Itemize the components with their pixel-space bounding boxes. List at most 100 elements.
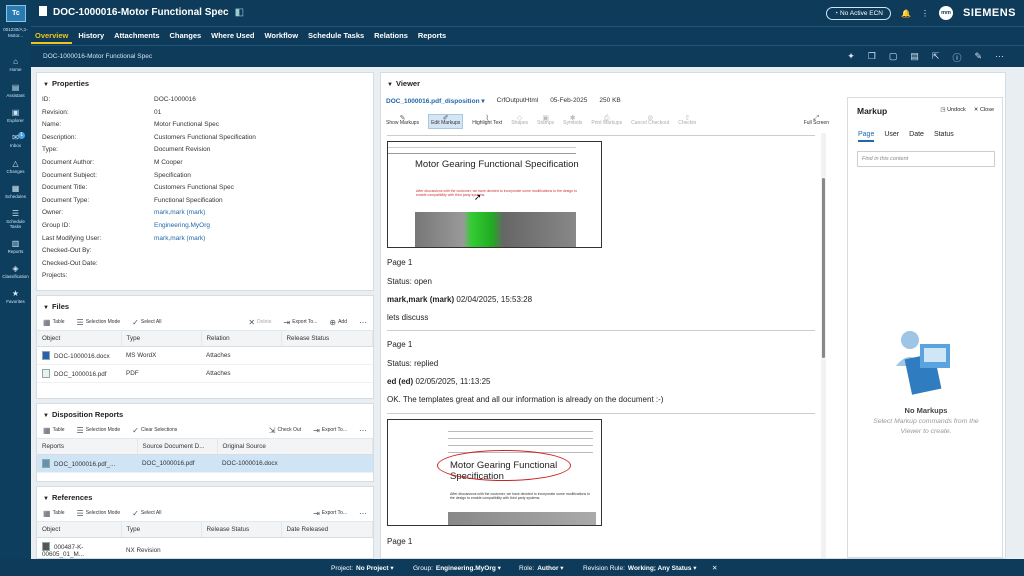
full-screen-button[interactable]: ⤢ Full Screen — [804, 115, 829, 127]
selection-mode-button[interactable]: ☰ Selection Mode — [77, 319, 121, 326]
select-all-button[interactable]: ✓ Select All — [132, 510, 161, 517]
tab-history[interactable]: History — [74, 27, 108, 40]
print-markups-button[interactable]: ⎙ Print Markups — [591, 115, 622, 127]
column-header[interactable]: Object — [37, 331, 122, 347]
property-value[interactable]: Engineering.MyOrg — [154, 222, 210, 229]
show-markups-button[interactable]: ✎ Show Markups — [386, 115, 419, 127]
viewer-header[interactable]: ▼ Viewer — [381, 73, 1005, 92]
rail-schedules[interactable]: ▦ Schedules — [0, 185, 31, 200]
rail-inbox[interactable]: ✉ 1 Inbox — [0, 132, 31, 148]
notification-bell-icon[interactable]: 🔔 — [901, 9, 911, 18]
copy-icon[interactable]: ❐ — [868, 51, 876, 64]
more-icon[interactable]: ⋯ — [359, 427, 367, 434]
column-header[interactable]: Type — [121, 331, 202, 347]
rail-changes[interactable]: △ Changes — [0, 160, 31, 175]
export-button[interactable]: ⇥ Export To... — [313, 427, 347, 434]
property-value[interactable]: mark,mark (mark) — [154, 209, 205, 216]
viewer-scrollbar[interactable] — [821, 133, 826, 558]
stamps-button[interactable]: ▣ Stamps — [537, 115, 554, 127]
more-icon[interactable]: ⋯ — [359, 510, 367, 517]
column-header[interactable]: Object — [37, 522, 122, 538]
column-header[interactable]: Release Status — [201, 522, 282, 538]
column-header[interactable]: Reports — [37, 439, 138, 455]
column-header[interactable]: Original Source — [217, 439, 373, 455]
tab-date[interactable]: Date — [909, 131, 924, 142]
references-header[interactable]: ▼ References — [37, 487, 373, 506]
group-selector[interactable]: Group: Engineering.MyOrg ▾ — [413, 564, 501, 572]
column-header[interactable]: Relation — [201, 331, 282, 347]
tab-workflow[interactable]: Workflow — [260, 27, 302, 40]
column-header[interactable]: Type — [121, 522, 202, 538]
column-header[interactable]: Date Released — [281, 522, 373, 538]
export-button[interactable]: ⇥ Export To... — [283, 319, 317, 326]
add-button[interactable]: ⊕ Add — [329, 319, 347, 326]
page-thumbnail[interactable]: Motor Gearing Functional Specification A… — [387, 419, 602, 526]
check-out-button[interactable]: ⇲ Check Out — [269, 427, 301, 434]
clear-selections-button[interactable]: ✓ Clear Selections — [132, 427, 177, 434]
rail-classification[interactable]: ◈ Classification — [0, 265, 31, 280]
undock-button[interactable]: ◳ Undock — [940, 107, 965, 113]
property-value[interactable]: mark,mark (mark) — [154, 235, 205, 242]
viewer-file-dropdown[interactable]: DOC_1000016.pdf_disposition ▾ — [386, 97, 485, 105]
table-row[interactable]: DOC_1000016.pdf_... DOC_1000016.pdf DOC-… — [37, 454, 373, 473]
tab-changes[interactable]: Changes — [166, 27, 206, 40]
highlight-text-button[interactable]: ⌇ Highlight Text — [472, 115, 502, 127]
checkin-button[interactable]: ⇧ Checkin — [678, 115, 696, 127]
tab-reports[interactable]: Reports — [414, 27, 450, 40]
disposition-header[interactable]: ▼ Disposition Reports — [37, 404, 373, 423]
revision-rule-selector[interactable]: Revision Rule: Working; Any Status ▾ — [583, 564, 697, 572]
page-thumbnail[interactable]: Motor Gearing Functional Specification A… — [387, 141, 602, 248]
rail-reports[interactable]: ▥ Reports — [0, 240, 31, 255]
tab-attachments[interactable]: Attachments — [110, 27, 163, 40]
viewer-document[interactable]: Motor Gearing Functional Specification A… — [384, 133, 825, 558]
context-label[interactable]: 001230/A;1-Motor... — [1, 27, 30, 39]
split-view-icon[interactable]: ◧ — [235, 7, 244, 18]
cancel-checkout-button[interactable]: ⊘ Cancel Checkout — [631, 115, 669, 127]
column-header[interactable]: Release Status — [281, 331, 373, 347]
delete-button[interactable]: ✕ Delete — [248, 319, 271, 326]
rail-explorer[interactable]: ▣ Explorer — [0, 109, 31, 124]
project-selector[interactable]: Project: No Project ▾ — [331, 564, 394, 572]
close-button[interactable]: ✕ Close — [974, 107, 994, 113]
markup-search-input[interactable]: Find in this content — [857, 151, 995, 167]
tab-status[interactable]: Status — [934, 131, 954, 142]
table-view-button[interactable]: ▦ Table — [43, 427, 65, 434]
tab-user[interactable]: User — [884, 131, 899, 142]
active-ecn-button[interactable]: ◔ No Active ECN — [826, 6, 892, 20]
info-icon[interactable]: ⓘ — [952, 51, 961, 64]
chat-icon[interactable]: ✎ — [974, 51, 982, 64]
rail-schedule-tasks[interactable]: ☰ Schedule Tasks — [0, 210, 31, 230]
shapes-button[interactable]: ◇ Shapes — [511, 115, 528, 127]
rail-assistant[interactable]: ▤ Assistant — [0, 84, 31, 99]
open-icon[interactable]: ▤ — [910, 51, 919, 64]
more-icon[interactable]: ⋮ — [921, 9, 929, 18]
scrollbar-thumb[interactable] — [822, 178, 825, 358]
tab-page[interactable]: Page — [858, 131, 875, 142]
select-all-button[interactable]: ✓ Select All — [132, 319, 161, 326]
share-icon[interactable]: ⇱ — [932, 51, 940, 64]
selection-mode-button[interactable]: ☰ Selection Mode — [77, 510, 121, 517]
selection-mode-button[interactable]: ☰ Selection Mode — [77, 427, 121, 434]
tab-relations[interactable]: Relations — [370, 27, 412, 40]
files-header[interactable]: ▼ Files — [37, 296, 373, 315]
avatar[interactable]: mm — [938, 6, 953, 20]
pin-icon[interactable]: ✦ — [847, 51, 855, 64]
close-icon[interactable]: ✕ — [712, 564, 717, 572]
table-view-button[interactable]: ▦ Table — [43, 510, 65, 517]
role-selector[interactable]: Role: Author ▾ — [519, 564, 564, 572]
breadcrumb[interactable]: DOC-1000016-Motor Functional Spec — [43, 53, 152, 60]
tab-schedule-tasks[interactable]: Schedule Tasks — [304, 27, 368, 40]
column-header[interactable]: Source Document D... — [137, 439, 218, 455]
table-row[interactable]: DOC-1000016.docx MS WordX Attaches — [37, 346, 373, 365]
rail-favorites[interactable]: ★ Favorites — [0, 290, 31, 305]
table-row[interactable]: DOC_1000016.pdf PDF Attaches — [37, 364, 373, 383]
symbols-button[interactable]: ✱ Symbols — [563, 115, 582, 127]
more-icon[interactable]: ⋯ — [359, 319, 367, 326]
rail-home[interactable]: ⌂ Home — [0, 58, 31, 73]
edit-markups-button[interactable]: ✐ Edit Markups — [428, 113, 464, 129]
more-commands-icon[interactable]: ⋯ — [995, 51, 1004, 64]
table-view-button[interactable]: ▦ Table — [43, 319, 65, 326]
export-button[interactable]: ⇥ Export To... — [313, 510, 347, 517]
tab-where-used[interactable]: Where Used — [207, 27, 258, 40]
tab-overview[interactable]: Overview — [31, 27, 73, 44]
